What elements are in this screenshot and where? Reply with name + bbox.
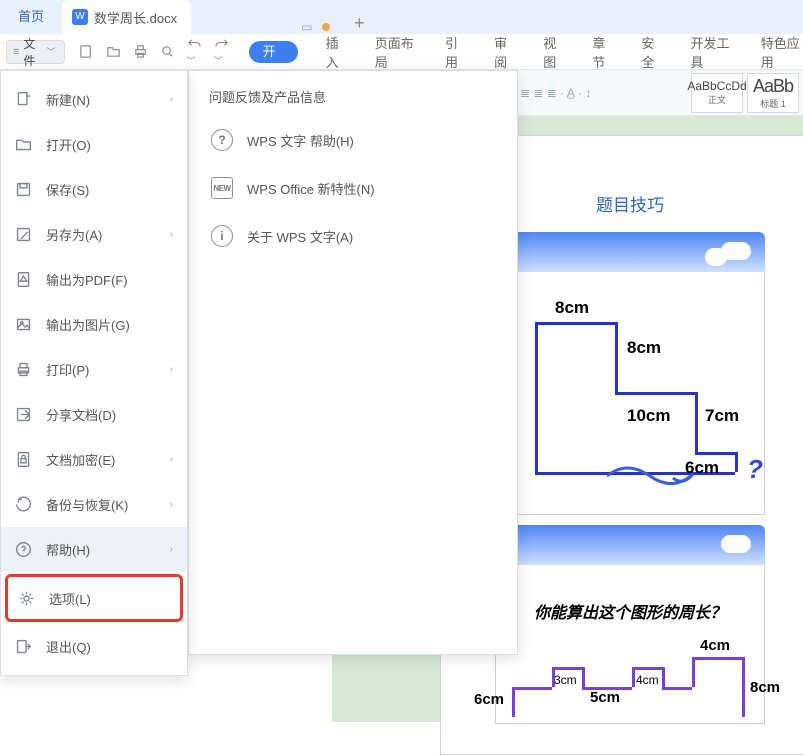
dim-top: 8cm — [555, 298, 589, 318]
figure-sky — [495, 232, 765, 272]
chevron-right-icon: › — [170, 454, 173, 465]
info-icon: i — [211, 225, 233, 247]
ribbon-tab-section[interactable]: 章节 — [592, 33, 613, 71]
ribbon-tabs: 开始 插入 页面布局 引用 审阅 视图 章节 安全 开发工具 特色应用 — [249, 33, 803, 71]
menu-item-print[interactable]: 打印(P)› — [1, 347, 187, 392]
submenu-item-new-features[interactable]: NEWWPS Office 新特性(N) — [199, 164, 507, 212]
doc-type-icon: W — [72, 9, 88, 25]
tab-home[interactable]: 首页 — [0, 0, 62, 34]
figure-body: 8cm 8cm 10cm 7cm 6cm ? — [495, 272, 765, 515]
qa-open-icon[interactable] — [106, 44, 121, 59]
figure-2: 你能算出这个图形的周长？ 6cm 3cm 5cm 4cm 4cm — [495, 525, 765, 724]
submenu-header: 问题反馈及产品信息 — [199, 85, 507, 116]
castellation-shape: 6cm 3cm 5cm 4cm 4cm 8cm — [502, 637, 772, 717]
file-menu: 新建(N)› 打开(O) 保存(S) 另存为(A)› 输出为PDF(F) 输出为… — [0, 70, 188, 676]
qa-preview-icon[interactable] — [160, 44, 175, 59]
figure-1: 8cm 8cm 10cm 7cm 6cm ? — [495, 232, 765, 515]
figure-body: 你能算出这个图形的周长？ 6cm 3cm 5cm 4cm 4cm — [495, 565, 765, 724]
ribbon-tab-insert[interactable]: 插入 — [326, 33, 347, 71]
ribbon-tab-pagelayout[interactable]: 页面布局 — [375, 33, 417, 71]
menu-item-share[interactable]: 分享文档(D) — [1, 392, 187, 437]
question-swirl-icon — [605, 464, 695, 488]
ribbon-tab-review[interactable]: 审阅 — [494, 33, 515, 71]
tab-bar: 首页 W 数学周长.docx ▭ + — [0, 0, 803, 34]
dim-top: 4cm — [700, 637, 730, 654]
cloud-icon — [705, 248, 727, 266]
dim-left: 6cm — [474, 691, 504, 708]
tab-document-title: 数学周长.docx — [94, 8, 177, 27]
paragraph-icons[interactable]: ≣ ≣ ≣ · A̲ · ↕ — [520, 86, 592, 100]
chevron-down-icon: ﹀ — [47, 45, 56, 58]
ribbon-tab-security[interactable]: 安全 — [641, 33, 662, 71]
tab-unsaved-dot — [322, 23, 330, 31]
hamburger-icon: ≡ — [13, 46, 19, 58]
dim-mid: 5cm — [590, 689, 620, 706]
style-heading1-name: 标题 1 — [760, 97, 786, 110]
new-badge-icon: NEW — [211, 177, 233, 199]
style-normal-name: 正文 — [708, 93, 726, 106]
menu-item-saveas[interactable]: 另存为(A)› — [1, 212, 187, 257]
style-normal-preview: AaBbCcDd — [687, 79, 746, 93]
ribbon-tab-devtools[interactable]: 开发工具 — [691, 33, 733, 71]
ribbon-tab-view[interactable]: 视图 — [543, 33, 564, 71]
tab-add[interactable]: + — [342, 13, 376, 34]
menu-item-new[interactable]: 新建(N)› — [1, 77, 187, 122]
tab-document[interactable]: W 数学周长.docx — [62, 0, 191, 34]
help-submenu: 问题反馈及产品信息 ?WPS 文字 帮助(H) NEWWPS Office 新特… — [188, 70, 518, 655]
help-icon: ? — [211, 129, 233, 151]
style-heading1[interactable]: AaBb 标题 1 — [747, 73, 799, 113]
menu-item-pdf[interactable]: 输出为PDF(F) — [1, 257, 187, 302]
dim-mid: 10cm — [627, 406, 670, 426]
figure-sky — [495, 525, 765, 565]
menu-item-encrypt[interactable]: 文档加密(E)› — [1, 437, 187, 482]
qa-redo-icon[interactable]: ﹀ — [214, 36, 229, 67]
menu-item-save[interactable]: 保存(S) — [1, 167, 187, 212]
style-normal[interactable]: AaBbCcDd 正文 — [691, 73, 743, 113]
l-shape: 8cm 8cm 10cm 7cm 6cm ? — [515, 304, 745, 484]
file-button-label: 文件 — [23, 35, 42, 69]
toolbar: ≡ 文件 ﹀ ﹀ ﹀ 开始 插入 页面布局 引用 审阅 视图 章节 安全 开发工… — [0, 34, 803, 70]
dim-unknown: ? — [747, 454, 763, 485]
qa-undo-icon[interactable]: ﹀ — [187, 36, 202, 67]
dim-right: 8cm — [750, 679, 780, 696]
dim-s1: 3cm — [554, 673, 577, 687]
dim-r2: 7cm — [705, 406, 739, 426]
chevron-right-icon: › — [170, 364, 173, 375]
ribbon-tab-start[interactable]: 开始 — [249, 41, 298, 63]
chevron-right-icon: › — [170, 544, 173, 555]
dim-r1: 8cm — [627, 338, 661, 358]
cloud-icon — [721, 535, 751, 553]
submenu-item-help[interactable]: ?WPS 文字 帮助(H) — [199, 116, 507, 164]
menu-item-exit[interactable]: 退出(Q) — [1, 624, 187, 669]
style-heading1-preview: AaBb — [753, 76, 793, 97]
chevron-right-icon: › — [170, 229, 173, 240]
qa-new-icon[interactable] — [79, 44, 94, 59]
chevron-right-icon: › — [170, 499, 173, 510]
file-button[interactable]: ≡ 文件 ﹀ — [6, 40, 65, 64]
dim-s2: 4cm — [636, 673, 659, 687]
figure2-title: 你能算出这个图形的周长？ — [502, 599, 758, 623]
menu-item-help[interactable]: 帮助(H)› — [1, 527, 187, 572]
style-gallery: AaBbCcDd 正文 AaBb 标题 1 — [691, 73, 803, 113]
ribbon-tab-references[interactable]: 引用 — [445, 33, 466, 71]
chevron-right-icon: › — [170, 94, 173, 105]
quick-access: ﹀ ﹀ — [79, 36, 229, 67]
menu-item-open[interactable]: 打开(O) — [1, 122, 187, 167]
qa-print-icon[interactable] — [133, 44, 148, 59]
menu-item-image[interactable]: 输出为图片(G) — [1, 302, 187, 347]
menu-item-backup[interactable]: 备份与恢复(K)› — [1, 482, 187, 527]
menu-item-options[interactable]: 选项(L) — [5, 574, 183, 622]
submenu-item-about[interactable]: i关于 WPS 文字(A) — [199, 212, 507, 260]
ribbon-tab-special[interactable]: 特色应用 — [761, 33, 803, 71]
